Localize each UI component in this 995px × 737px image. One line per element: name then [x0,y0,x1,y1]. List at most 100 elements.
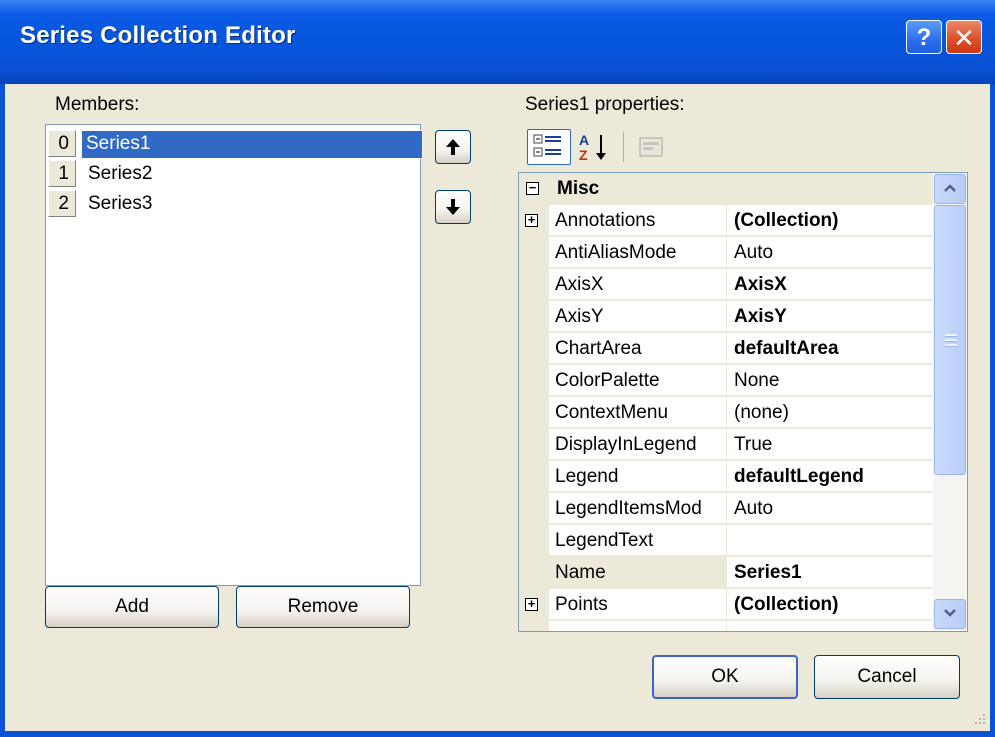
property-row[interactable]: ColorPalette None [519,365,933,397]
property-value[interactable]: AxisY [727,301,933,332]
property-value[interactable]: (Collection) [727,589,933,620]
ok-button[interactable]: OK [652,655,798,699]
property-value[interactable]: Auto [727,237,933,268]
property-row[interactable]: + Points (Collection) [519,589,933,621]
property-grid[interactable]: − Misc + Annotations (Collection) AntiAl… [518,172,968,632]
property-name: ContextMenu [549,397,727,428]
list-item[interactable]: 0 Series1 [48,129,423,159]
title-bar[interactable]: Series Collection Editor ? ✕ [0,0,995,84]
scroll-up-button[interactable] [934,174,966,204]
property-row[interactable]: + Annotations (Collection) [519,205,933,237]
property-value[interactable]: (Collection) [727,205,933,236]
list-item-name: Series1 [81,130,423,159]
list-item-index: 2 [48,190,76,217]
list-item-name: Series3 [88,193,153,214]
row-gutter [519,461,549,493]
expand-icon[interactable]: + [525,213,538,227]
list-item-index: 1 [48,160,76,187]
resize-grip-icon[interactable] [971,710,987,726]
close-icon: ✕ [953,23,975,53]
property-name: LegendItemsMod [549,493,727,524]
property-pages-icon [639,137,663,157]
close-button[interactable]: ✕ [946,20,982,54]
toolbar-separator [623,132,624,162]
list-item-name: Series2 [88,163,153,184]
scroll-thumb[interactable] [934,205,966,475]
property-row[interactable]: AntiAliasMode Auto [519,237,933,269]
members-label: Members: [55,94,140,115]
alphabetical-button[interactable]: A Z [573,129,617,165]
list-item-index: 0 [48,130,76,157]
alphabetical-icon: A Z [579,132,606,163]
property-name: AntiAliasMode [549,237,727,268]
property-value[interactable]: defaultLegend [727,461,933,492]
property-row[interactable]: LegendItemsMod Auto [519,493,933,525]
property-name: LegendText [549,525,727,556]
svg-text:A: A [579,132,589,148]
property-name: Annotations [549,205,727,236]
move-up-button[interactable] [435,130,471,164]
property-value[interactable]: defaultArea [727,333,933,364]
property-pages-button[interactable] [631,129,671,165]
row-gutter [519,237,549,269]
vertical-scrollbar[interactable] [933,173,967,631]
svg-text:Z: Z [579,147,588,163]
property-name: AxisX [549,269,727,300]
row-gutter [519,429,549,461]
property-row[interactable] [519,621,933,631]
chevron-up-icon [944,184,956,192]
remove-button[interactable]: Remove [236,586,410,628]
property-value[interactable]: Auto [727,493,933,524]
property-row[interactable]: DisplayInLegend True [519,429,933,461]
list-item[interactable]: 2 Series3 [48,189,418,219]
add-button[interactable]: Add [45,586,219,628]
property-row[interactable]: LegendText [519,525,933,557]
property-value[interactable]: (none) [727,397,933,428]
scroll-down-button[interactable] [934,599,966,629]
property-row[interactable]: Legend defaultLegend [519,461,933,493]
dialog-client-area: Members: 0 Series1 1 Series2 2 Series3 A… [5,84,990,731]
categorized-icon [533,134,561,157]
cancel-button-label: Cancel [857,666,917,687]
remove-button-label: Remove [287,596,359,617]
help-icon: ? [916,24,932,51]
dialog-window: Series Collection Editor ? ✕ Members: 0 … [0,0,995,737]
list-item[interactable]: 1 Series2 [48,159,418,189]
row-gutter [519,301,549,333]
add-button-label: Add [115,596,149,617]
row-gutter: + [519,589,549,621]
categorized-button[interactable] [527,129,571,165]
property-row[interactable]: AxisX AxisX [519,269,933,301]
property-value[interactable] [727,525,933,556]
move-down-button[interactable] [435,190,471,224]
property-name: DisplayInLegend [549,429,727,460]
row-gutter [519,557,549,589]
property-value[interactable] [727,621,933,631]
property-value[interactable]: True [727,429,933,460]
property-row[interactable]: ContextMenu (none) [519,397,933,429]
window-title: Series Collection Editor [20,22,296,49]
property-row[interactable]: ChartArea defaultArea [519,333,933,365]
property-row-selected[interactable]: Name Series1 [519,557,933,589]
property-value[interactable]: AxisX [727,269,933,300]
row-gutter [519,269,549,301]
category-row[interactable]: − Misc [519,173,933,205]
row-gutter [519,621,549,631]
grip-icon [945,334,957,347]
property-name: Name [549,557,727,588]
cancel-button[interactable]: Cancel [814,655,960,699]
members-list[interactable]: 0 Series1 1 Series2 2 Series3 [45,124,423,586]
ok-button-label: OK [711,666,739,687]
row-gutter [519,493,549,525]
property-value[interactable]: None [727,365,933,396]
property-name: ColorPalette [549,365,727,396]
expand-icon[interactable]: + [525,597,538,611]
property-row[interactable]: AxisY AxisY [519,301,933,333]
arrow-up-icon [446,139,460,155]
collapse-icon[interactable]: − [526,181,539,195]
help-button[interactable]: ? [906,20,942,54]
property-name: Legend [549,461,727,492]
property-value[interactable]: Series1 [727,557,933,588]
property-name: Points [549,589,727,620]
property-grid-rows: − Misc + Annotations (Collection) AntiAl… [519,173,933,631]
